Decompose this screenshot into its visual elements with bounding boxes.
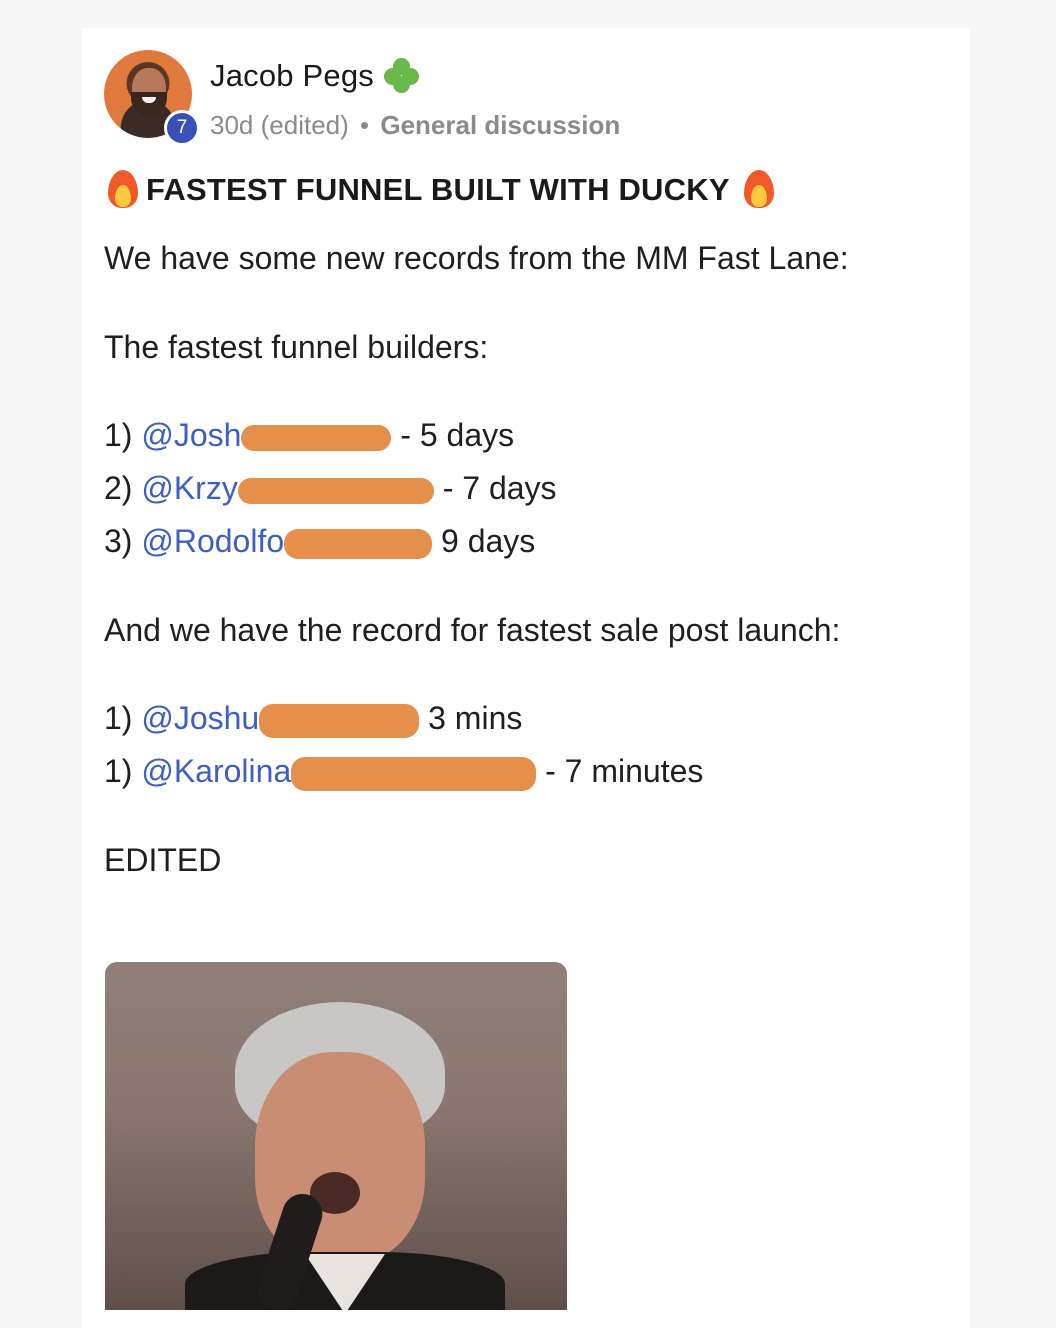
list-rank: 1) bbox=[104, 417, 133, 453]
mention-link[interactable]: @Joshu bbox=[141, 700, 259, 736]
post-title: FASTEST FUNNEL BUILT WITH DUCKY bbox=[104, 168, 778, 212]
mention-link[interactable]: @Rodolfo bbox=[141, 523, 284, 559]
list-rank: 2) bbox=[104, 470, 133, 506]
post-title-text: FASTEST FUNNEL BUILT WITH DUCKY bbox=[146, 172, 730, 207]
list-rank: 1) bbox=[104, 753, 133, 789]
list-rank: 1) bbox=[104, 700, 133, 736]
redaction-mark bbox=[241, 424, 392, 451]
author-name[interactable]: Jacob Pegs bbox=[210, 58, 374, 94]
list-item: 2) @Krzy - 7 days bbox=[104, 470, 557, 507]
avatar-beard bbox=[131, 92, 167, 116]
mention-link[interactable]: @Krzy bbox=[141, 470, 237, 506]
mention-link[interactable]: @Josh bbox=[141, 417, 241, 453]
post-age: 30d bbox=[210, 110, 254, 140]
redaction-mark bbox=[237, 477, 434, 504]
attached-gif-image[interactable] bbox=[105, 962, 567, 1310]
clover-icon bbox=[382, 56, 422, 96]
category-link[interactable]: General discussion bbox=[380, 110, 620, 140]
post-meta: 30d (edited) • General discussion bbox=[210, 110, 620, 141]
post-header: 7 Jacob Pegs 30d (edited) • General disc… bbox=[104, 50, 804, 146]
level-badge: 7 bbox=[164, 110, 200, 146]
list-item: 1) @Josh - 5 days bbox=[104, 417, 514, 454]
list-result: - 7 days bbox=[442, 470, 557, 506]
list-rank: 3) bbox=[104, 523, 133, 559]
list-result: 3 mins bbox=[428, 700, 523, 736]
post-intro: We have some new records from the MM Fas… bbox=[104, 240, 849, 276]
post-footer-edited: EDITED bbox=[104, 842, 222, 878]
fire-icon bbox=[740, 168, 778, 212]
edited-label: (edited) bbox=[260, 110, 349, 140]
redaction-mark bbox=[259, 703, 420, 738]
redaction-mark bbox=[284, 528, 433, 559]
sales-heading: And we have the record for fastest sale … bbox=[104, 612, 841, 648]
list-item: 1) @Joshu 3 mins bbox=[104, 700, 522, 738]
list-result: - 5 days bbox=[400, 417, 515, 453]
redaction-mark bbox=[291, 756, 537, 791]
list-item: 1) @Karolina - 7 minutes bbox=[104, 753, 703, 791]
fire-icon bbox=[104, 168, 142, 212]
author-row: Jacob Pegs bbox=[210, 56, 422, 96]
builders-heading: The fastest funnel builders: bbox=[104, 329, 489, 365]
meta-separator: • bbox=[360, 110, 370, 140]
list-result: - 7 minutes bbox=[545, 753, 704, 789]
list-item: 3) @Rodolfo 9 days bbox=[104, 523, 535, 560]
list-result: 9 days bbox=[441, 523, 536, 559]
mention-link[interactable]: @Karolina bbox=[141, 753, 291, 789]
